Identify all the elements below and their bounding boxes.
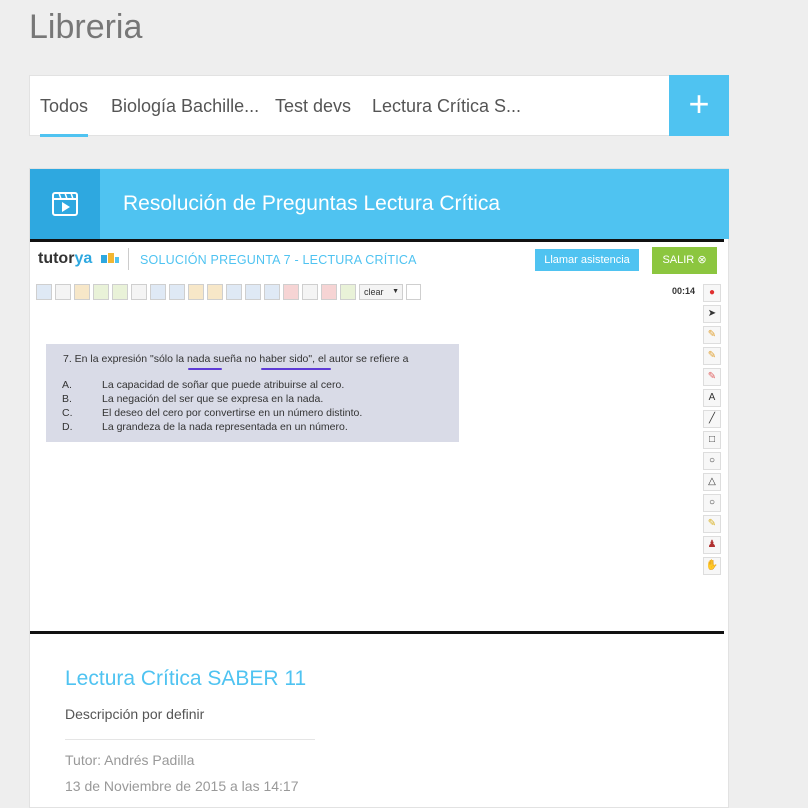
cut-icon[interactable] xyxy=(36,284,52,300)
question-image: 7. En la expresión "sólo la nada sueña n… xyxy=(46,344,459,442)
ellipse-tool-icon[interactable]: ○ xyxy=(703,494,721,512)
pdf-icon[interactable] xyxy=(283,284,299,300)
course-date: 13 de Noviembre de 2015 a las 14:17 xyxy=(65,778,299,794)
circle-tool-icon[interactable]: ○ xyxy=(703,452,721,470)
bring-front-icon[interactable] xyxy=(150,284,166,300)
eraser-icon[interactable]: ✎ xyxy=(703,368,721,386)
tab-biologia[interactable]: Biología Bachille... xyxy=(111,76,259,136)
send-back-icon[interactable] xyxy=(169,284,185,300)
slide-icon[interactable] xyxy=(264,284,280,300)
question-option: C. El deseo del cero por convertirse en u… xyxy=(62,407,363,419)
player-header: tutorya SOLUCIÓN PREGUNTA 7 - LECTURA CR… xyxy=(30,242,724,278)
pointer-icon[interactable]: ➤ xyxy=(703,305,721,323)
hand-tool-icon[interactable]: ✋ xyxy=(703,557,721,575)
tab-test-devs[interactable]: Test devs xyxy=(275,76,351,136)
tutorya-logo: tutorya xyxy=(38,250,120,268)
highlighter-icon[interactable]: ✎ xyxy=(703,515,721,533)
page-icon[interactable] xyxy=(245,284,261,300)
add-button[interactable]: + xyxy=(669,75,729,136)
card-header[interactable]: Resolución de Preguntas Lectura Crítica xyxy=(30,169,729,239)
course-title[interactable]: Lectura Crítica SABER 11 xyxy=(65,667,306,691)
text-tool-icon[interactable]: A xyxy=(703,389,721,407)
tab-todos[interactable]: Todos xyxy=(40,76,89,137)
shapes-icon[interactable] xyxy=(321,284,337,300)
stamp-icon[interactable]: ♟ xyxy=(703,536,721,554)
pencil-icon[interactable]: ✎ xyxy=(703,326,721,344)
video-icon xyxy=(30,169,100,239)
close-circle-icon: ⊗ xyxy=(697,254,707,266)
timer: 00:14 xyxy=(672,286,696,296)
question-text: 7. En la expresión "sólo la nada sueña n… xyxy=(63,353,409,365)
side-tools: ● ➤ ✎ ✎ ✎ A ╱ □ ○ △ ○ ✎ ♟ ✋ xyxy=(703,284,721,575)
header-divider xyxy=(128,248,129,270)
course-tutor: Tutor: Andrés Padilla xyxy=(65,752,195,768)
page-title: Libreria xyxy=(29,8,143,46)
course-description: Descripción por definir xyxy=(65,706,205,722)
rectangle-tool-icon[interactable]: □ xyxy=(703,431,721,449)
image-icon[interactable] xyxy=(226,284,242,300)
video-title: SOLUCIÓN PREGUNTA 7 - LECTURA CRÍTICA xyxy=(140,253,417,267)
redo-icon[interactable] xyxy=(112,284,128,300)
pen-icon[interactable]: ✎ xyxy=(703,347,721,365)
undo-icon[interactable] xyxy=(93,284,109,300)
divider xyxy=(65,739,315,740)
whiteboard-toolbar: clear ▼ xyxy=(36,284,421,302)
course-card: Resolución de Preguntas Lectura Crítica … xyxy=(29,168,729,808)
tab-lectura-critica[interactable]: Lectura Crítica S... xyxy=(372,76,521,136)
record-icon[interactable]: ● xyxy=(703,284,721,302)
line-tool-icon[interactable]: ╱ xyxy=(703,410,721,428)
underline-mark xyxy=(188,368,222,370)
paste-icon[interactable] xyxy=(74,284,90,300)
video-player[interactable]: tutorya SOLUCIÓN PREGUNTA 7 - LECTURA CR… xyxy=(30,239,724,634)
logo-mark-icon xyxy=(100,253,119,263)
call-assistance-button[interactable]: Llamar asistencia xyxy=(535,249,639,271)
chevron-down-icon: ▼ xyxy=(392,288,399,295)
unlock-icon[interactable] xyxy=(207,284,223,300)
question-option: A. La capacidad de soñar que puede atribu… xyxy=(62,379,345,391)
triangle-tool-icon[interactable]: △ xyxy=(703,473,721,491)
question-option: D. La grandeza de la nada representada en… xyxy=(62,421,348,433)
card-title: Resolución de Preguntas Lectura Crítica xyxy=(123,192,501,215)
tabs-bar: Todos Biología Bachille... Test devs Lec… xyxy=(29,75,729,137)
arrow-tool-icon[interactable] xyxy=(340,284,356,300)
exit-button[interactable]: SALIR ⊗ xyxy=(652,247,717,274)
underline-mark xyxy=(261,368,331,370)
clear-select[interactable]: clear ▼ xyxy=(359,284,403,300)
delete-icon[interactable] xyxy=(131,284,147,300)
formula-icon[interactable] xyxy=(302,284,318,300)
lock-icon[interactable] xyxy=(188,284,204,300)
color-picker[interactable] xyxy=(406,284,421,300)
question-option: B. La negación del ser que se expresa en … xyxy=(62,393,324,405)
copy-icon[interactable] xyxy=(55,284,71,300)
